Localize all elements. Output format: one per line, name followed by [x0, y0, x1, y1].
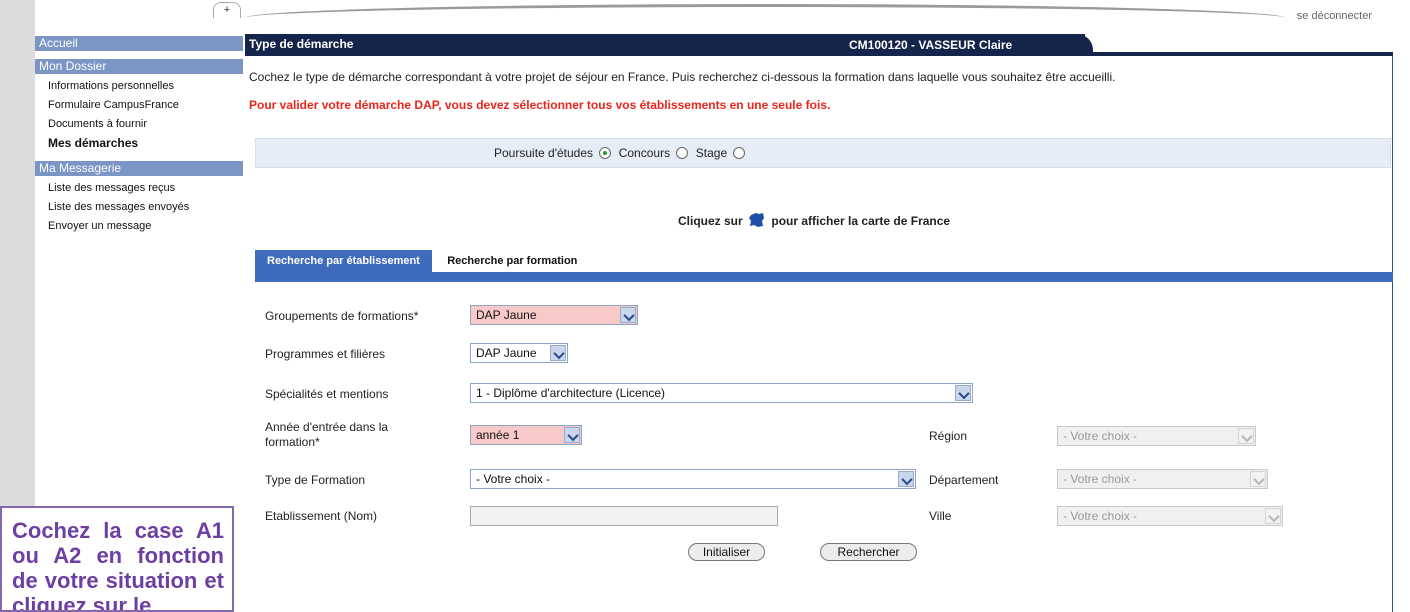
sidebar-group-accueil: Accueil — [35, 36, 243, 51]
radio-stage[interactable] — [733, 147, 746, 159]
chevron-down-icon — [550, 345, 566, 361]
map-prompt-before: Cliquez sur — [678, 214, 743, 228]
instruction-callout: Cochez la case A1 ou A2 en fonction de v… — [0, 506, 234, 612]
groupements-value: DAP Jaune — [476, 308, 537, 322]
chevron-down-icon — [564, 427, 580, 443]
sidebar-item-messages-recus[interactable]: Liste des messages reçus — [35, 179, 243, 198]
sidebar-item-mes-demarches[interactable]: Mes démarches — [35, 134, 243, 153]
tab-recherche-formation[interactable]: Recherche par formation — [435, 250, 590, 272]
demarche-type-band: Poursuite d'études Concours Stage — [255, 138, 1391, 168]
specialites-value: 1 - Diplôme d'architecture (Licence) — [476, 386, 666, 400]
ville-select[interactable]: - Votre choix - — [1057, 506, 1283, 526]
new-tab-button[interactable]: + — [213, 2, 241, 18]
rechercher-button[interactable]: Rechercher — [820, 543, 917, 561]
intro-text: Cochez le type de démarche correspondant… — [249, 70, 1116, 84]
chevron-down-icon — [955, 385, 971, 401]
ville-label: Ville — [929, 509, 952, 523]
radio-label-concours: Concours — [618, 146, 671, 160]
radio-poursuite-etudes[interactable] — [599, 147, 612, 159]
etablissement-label: Etablissement (Nom) — [265, 509, 378, 523]
demarche-type-radios: Poursuite d'études Concours Stage — [494, 146, 749, 160]
sidebar-group-mon-dossier: Mon Dossier Informations personnelles Fo… — [35, 59, 243, 153]
sidebar-heading-accueil[interactable]: Accueil — [35, 36, 243, 51]
annee-label-line1: Année d'entrée dans la — [265, 420, 389, 434]
map-prompt-after: pour afficher la carte de France — [771, 214, 951, 228]
logout-link[interactable]: se déconnecter — [1297, 10, 1372, 22]
search-tabs: Recherche par établissement Recherche pa… — [255, 250, 590, 272]
sidebar-item-documents[interactable]: Documents à fournir — [35, 115, 243, 134]
region-label: Région — [929, 429, 968, 443]
type-formation-value: - Votre choix - — [476, 472, 551, 486]
tab-underline-bar — [255, 272, 1393, 282]
tab-recherche-etablissement[interactable]: Recherche par établissement — [255, 250, 432, 272]
page-title: Type de démarche — [249, 37, 354, 51]
sidebar-heading-messagerie[interactable]: Ma Messagerie — [35, 161, 243, 176]
map-prompt: Cliquez sur pour afficher la carte de Fr… — [678, 211, 950, 229]
user-identity-tab: CM100120 - VASSEUR Claire — [837, 34, 1093, 56]
etablissement-input[interactable] — [470, 506, 778, 526]
annee-value: année 1 — [476, 428, 520, 442]
sidebar-item-informations[interactable]: Informations personnelles — [35, 77, 243, 96]
callout-text: Cochez la case A1 ou A2 en fonction de v… — [12, 518, 224, 612]
specialites-select[interactable]: 1 - Diplôme d'architecture (Licence) — [470, 383, 973, 403]
type-formation-select[interactable]: - Votre choix - — [470, 469, 916, 489]
programmes-select[interactable]: DAP Jaune — [470, 343, 568, 363]
title-bar-right-strip — [1085, 34, 1393, 56]
chevron-down-icon — [898, 471, 914, 487]
annee-label: Année d'entrée dans la formation* — [265, 420, 388, 450]
annee-select[interactable]: année 1 — [470, 425, 582, 445]
title-bar: Type de démarche CM100120 - VASSEUR Clai… — [245, 34, 1393, 56]
type-formation-label: Type de Formation — [265, 473, 366, 487]
content-area: Cochez le type de démarche correspondant… — [245, 56, 1393, 612]
radio-concours[interactable] — [676, 147, 689, 159]
annee-label-line2: formation* — [265, 435, 320, 449]
france-map-icon[interactable] — [748, 211, 766, 229]
specialites-label: Spécialités et mentions — [265, 387, 389, 401]
radio-label-poursuite: Poursuite d'études — [494, 146, 594, 160]
region-select[interactable]: - Votre choix - — [1057, 426, 1256, 446]
sidebar-group-messagerie: Ma Messagerie Liste des messages reçus L… — [35, 161, 243, 236]
warning-text: Pour valider votre démarche DAP, vous de… — [249, 98, 831, 112]
sidebar-item-envoyer-message[interactable]: Envoyer un message — [35, 217, 243, 236]
groupements-label: Groupements de formations* — [265, 309, 419, 323]
initialiser-button[interactable]: Initialiser — [688, 543, 765, 561]
sidebar-item-formulaire[interactable]: Formulaire CampusFrance — [35, 96, 243, 115]
radio-label-stage: Stage — [695, 146, 728, 160]
groupements-select[interactable]: DAP Jaune — [470, 305, 638, 325]
ville-value: - Votre choix - — [1063, 509, 1138, 523]
sidebar-heading-mon-dossier[interactable]: Mon Dossier — [35, 59, 243, 74]
region-value: - Votre choix - — [1063, 429, 1138, 443]
chevron-down-icon — [1238, 428, 1254, 444]
programmes-value: DAP Jaune — [476, 346, 537, 360]
top-decorative-curve — [245, 4, 1285, 18]
programmes-label: Programmes et filières — [265, 347, 386, 361]
sidebar-item-messages-envoyes[interactable]: Liste des messages envoyés — [35, 198, 243, 217]
departement-value: - Votre choix - — [1063, 472, 1138, 486]
chevron-down-icon — [1250, 471, 1266, 487]
main-panel: Type de démarche CM100120 - VASSEUR Clai… — [245, 34, 1393, 612]
departement-select[interactable]: - Votre choix - — [1057, 469, 1268, 489]
departement-label: Département — [929, 473, 999, 487]
chevron-down-icon — [620, 307, 636, 323]
chevron-down-icon — [1265, 508, 1281, 524]
